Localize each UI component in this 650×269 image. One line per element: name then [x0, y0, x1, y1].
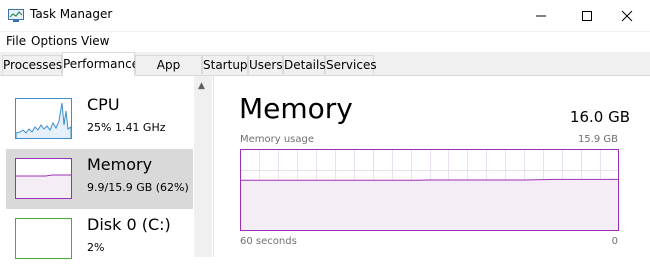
menu-bar: File Options View: [0, 32, 650, 51]
menu-view[interactable]: View: [81, 34, 109, 48]
tab-details[interactable]: Details: [283, 55, 326, 74]
cpu-thumbnail-graph: [15, 98, 72, 139]
close-button[interactable]: [604, 0, 650, 31]
memory-usage-area: [240, 179, 619, 231]
page-title: Memory: [239, 92, 353, 125]
disk-thumbnail-graph: [15, 218, 72, 259]
sidebar-item-disk[interactable]: Disk 0 (C:) 2%: [6, 209, 193, 269]
menu-file[interactable]: File: [6, 34, 26, 48]
sidebar-item-memory[interactable]: Memory 9.9/15.9 GB (62%): [6, 149, 193, 209]
window-title: Task Manager: [30, 7, 113, 21]
sidebar-item-detail: 25% 1.41 GHz: [87, 121, 166, 134]
sidebar-item-detail: 9.9/15.9 GB (62%): [87, 181, 189, 194]
memory-usage-max: 15.9 GB: [577, 134, 618, 145]
memory-panel: Memory 16.0 GB Memory usage 15.9 GB 60 s…: [214, 76, 650, 257]
tab-performance[interactable]: Performance: [62, 52, 139, 76]
memory-usage-graph: [240, 149, 619, 231]
sidebar-item-name: Memory: [87, 155, 153, 174]
tab-processes[interactable]: Processes: [2, 55, 62, 74]
performance-sidebar: CPU 25% 1.41 GHz Memory 9.9/15.9 GB (62%…: [0, 76, 214, 259]
title-bar[interactable]: Task Manager: [0, 0, 650, 32]
memory-usage-label: Memory usage: [240, 134, 315, 145]
sidebar-item-cpu[interactable]: CPU 25% 1.41 GHz: [6, 89, 193, 149]
task-manager-icon: [8, 8, 24, 22]
sidebar-scrollbar[interactable]: ▲: [194, 76, 212, 257]
scroll-up-arrow-icon[interactable]: ▲: [198, 81, 205, 91]
sidebar-item-detail: 2%: [87, 241, 105, 254]
close-icon: [621, 10, 633, 22]
sidebar-item-name: Disk 0 (C:): [87, 215, 171, 234]
graph-time-span: 60 seconds: [240, 236, 297, 247]
tab-users[interactable]: Users: [248, 55, 283, 74]
tab-services[interactable]: Services: [325, 55, 377, 74]
menu-options[interactable]: Options: [31, 34, 77, 48]
tab-startup[interactable]: Startup: [202, 55, 248, 74]
tab-app-history[interactable]: App history: [135, 55, 202, 91]
sidebar-item-name: CPU: [87, 95, 120, 114]
memory-total: 16.0 GB: [569, 108, 630, 126]
minimize-button[interactable]: [518, 0, 564, 31]
maximize-icon: [582, 11, 592, 21]
graph-time-end: 0: [611, 236, 618, 247]
tab-bar: Processes Performance App history Startu…: [0, 52, 650, 91]
memory-thumbnail-graph: [15, 158, 72, 199]
minimize-icon: [536, 15, 546, 17]
